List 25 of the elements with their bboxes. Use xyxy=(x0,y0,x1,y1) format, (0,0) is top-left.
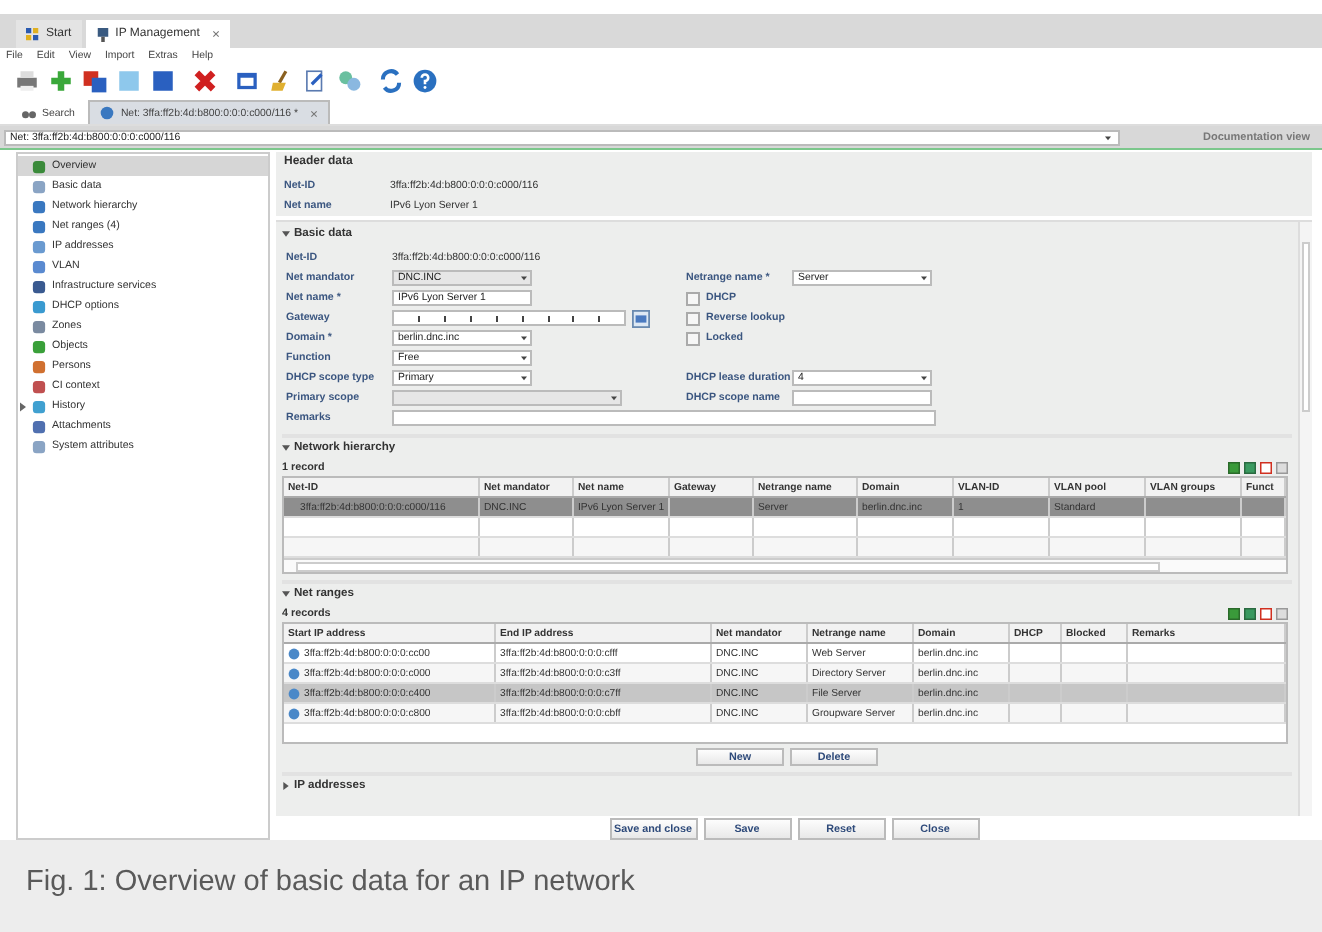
dropdown-icon[interactable] xyxy=(918,272,930,284)
expand-icon[interactable] xyxy=(20,401,26,411)
square-icon[interactable] xyxy=(150,68,176,94)
help-icon[interactable] xyxy=(412,68,438,94)
printer-icon[interactable] xyxy=(14,68,40,94)
expand-icon[interactable] xyxy=(282,782,290,790)
figure-caption: Fig. 1: Overview of basic data for an IP network xyxy=(24,864,637,898)
input-field[interactable] xyxy=(392,409,936,427)
input-field[interactable] xyxy=(792,389,932,407)
dropdown-icon[interactable] xyxy=(918,372,930,384)
binoculars-icon xyxy=(22,106,36,120)
ipv6-field[interactable] xyxy=(392,309,626,327)
refresh-icon[interactable] xyxy=(378,68,404,94)
collapse-icon[interactable] xyxy=(282,230,290,238)
close-icon[interactable] xyxy=(192,68,218,94)
squares-icon[interactable] xyxy=(82,68,108,94)
plus-icon[interactable] xyxy=(48,68,74,94)
collapse-icon[interactable] xyxy=(282,590,290,598)
computer-icon xyxy=(95,27,110,41)
collapse-icon[interactable] xyxy=(282,444,290,452)
vertical-scrollbar[interactable] xyxy=(1298,222,1312,816)
dropdown-icon[interactable] xyxy=(1102,131,1114,143)
close-icon[interactable] xyxy=(309,109,318,117)
horizontal-scrollbar[interactable] xyxy=(284,558,1286,572)
close-icon[interactable] xyxy=(211,30,220,38)
